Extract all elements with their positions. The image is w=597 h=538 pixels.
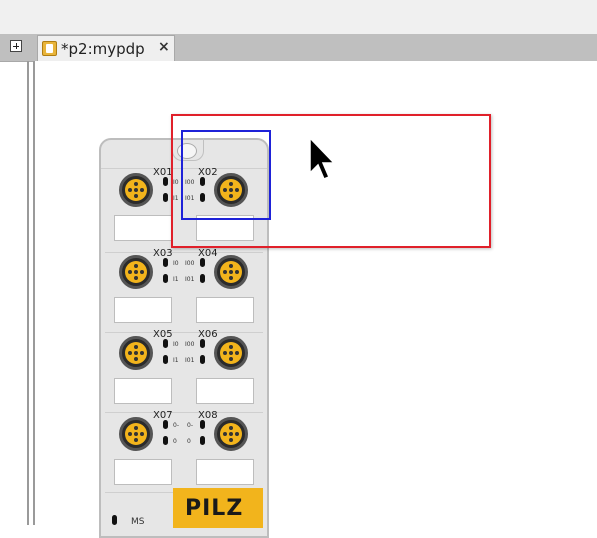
connector-x05[interactable] [119, 336, 153, 370]
connector-x07[interactable] [119, 417, 153, 451]
led-x08-b [200, 436, 205, 445]
io-label: I00 [185, 341, 195, 348]
top-toolbar [0, 0, 597, 35]
mouse-cursor-icon [309, 137, 336, 180]
tab-label: *p2:mypdp [61, 40, 145, 58]
row-separator [105, 412, 263, 413]
io-label: 0- [187, 422, 193, 429]
io-label: 0 [173, 438, 177, 445]
io-label: 0 [187, 438, 191, 445]
led-x07-b [163, 436, 168, 445]
label-field-x04 [196, 297, 254, 323]
connector-label-x05: X05 [153, 329, 173, 340]
io-label: 0- [173, 422, 179, 429]
label-field-x01 [114, 215, 172, 241]
connector-label-x01: X01 [153, 167, 173, 178]
led-x05-b [163, 355, 168, 364]
label-field-x06 [196, 378, 254, 404]
project-file-icon [42, 41, 57, 56]
connector-label-x07: X07 [153, 410, 173, 421]
label-field-x05 [114, 378, 172, 404]
led-x03-b [163, 274, 168, 283]
row-separator [105, 252, 263, 253]
expand-panel-icon[interactable] [10, 40, 22, 52]
connector-x04[interactable] [214, 255, 248, 289]
connector-x03[interactable] [119, 255, 153, 289]
ms-led [112, 515, 117, 525]
led-x01-b [163, 193, 168, 202]
led-x04-b [200, 274, 205, 283]
connector-x08[interactable] [214, 417, 248, 451]
led-x08-a [200, 420, 205, 429]
led-x07-a [163, 420, 168, 429]
io-label: I01 [185, 357, 195, 364]
io-label: I01 [185, 276, 195, 283]
connector-label-x03: X03 [153, 248, 173, 259]
led-x04-a [200, 258, 205, 267]
panel-divider[interactable] [27, 61, 29, 525]
led-x06-b [200, 355, 205, 364]
led-x05-a [163, 339, 168, 348]
connector-x01[interactable] [119, 173, 153, 207]
io-label: I0 [173, 341, 179, 348]
label-field-x07 [114, 459, 172, 485]
led-x06-a [200, 339, 205, 348]
led-x01-a [163, 177, 168, 186]
io-label: I1 [173, 357, 179, 364]
io-label: I0 [173, 260, 179, 267]
io-label: I1 [173, 276, 179, 283]
pilz-logo-text: PILZ [185, 496, 244, 521]
io-label: I00 [185, 260, 195, 267]
ms-label: MS [131, 517, 145, 527]
row-separator [105, 332, 263, 333]
tab-mypdp[interactable]: *p2:mypdp × [37, 35, 175, 61]
selection-rectangle-blue[interactable] [181, 130, 271, 220]
led-x03-a [163, 258, 168, 267]
label-field-x03 [114, 297, 172, 323]
close-icon[interactable]: × [158, 39, 170, 55]
connector-x06[interactable] [214, 336, 248, 370]
label-field-x08 [196, 459, 254, 485]
